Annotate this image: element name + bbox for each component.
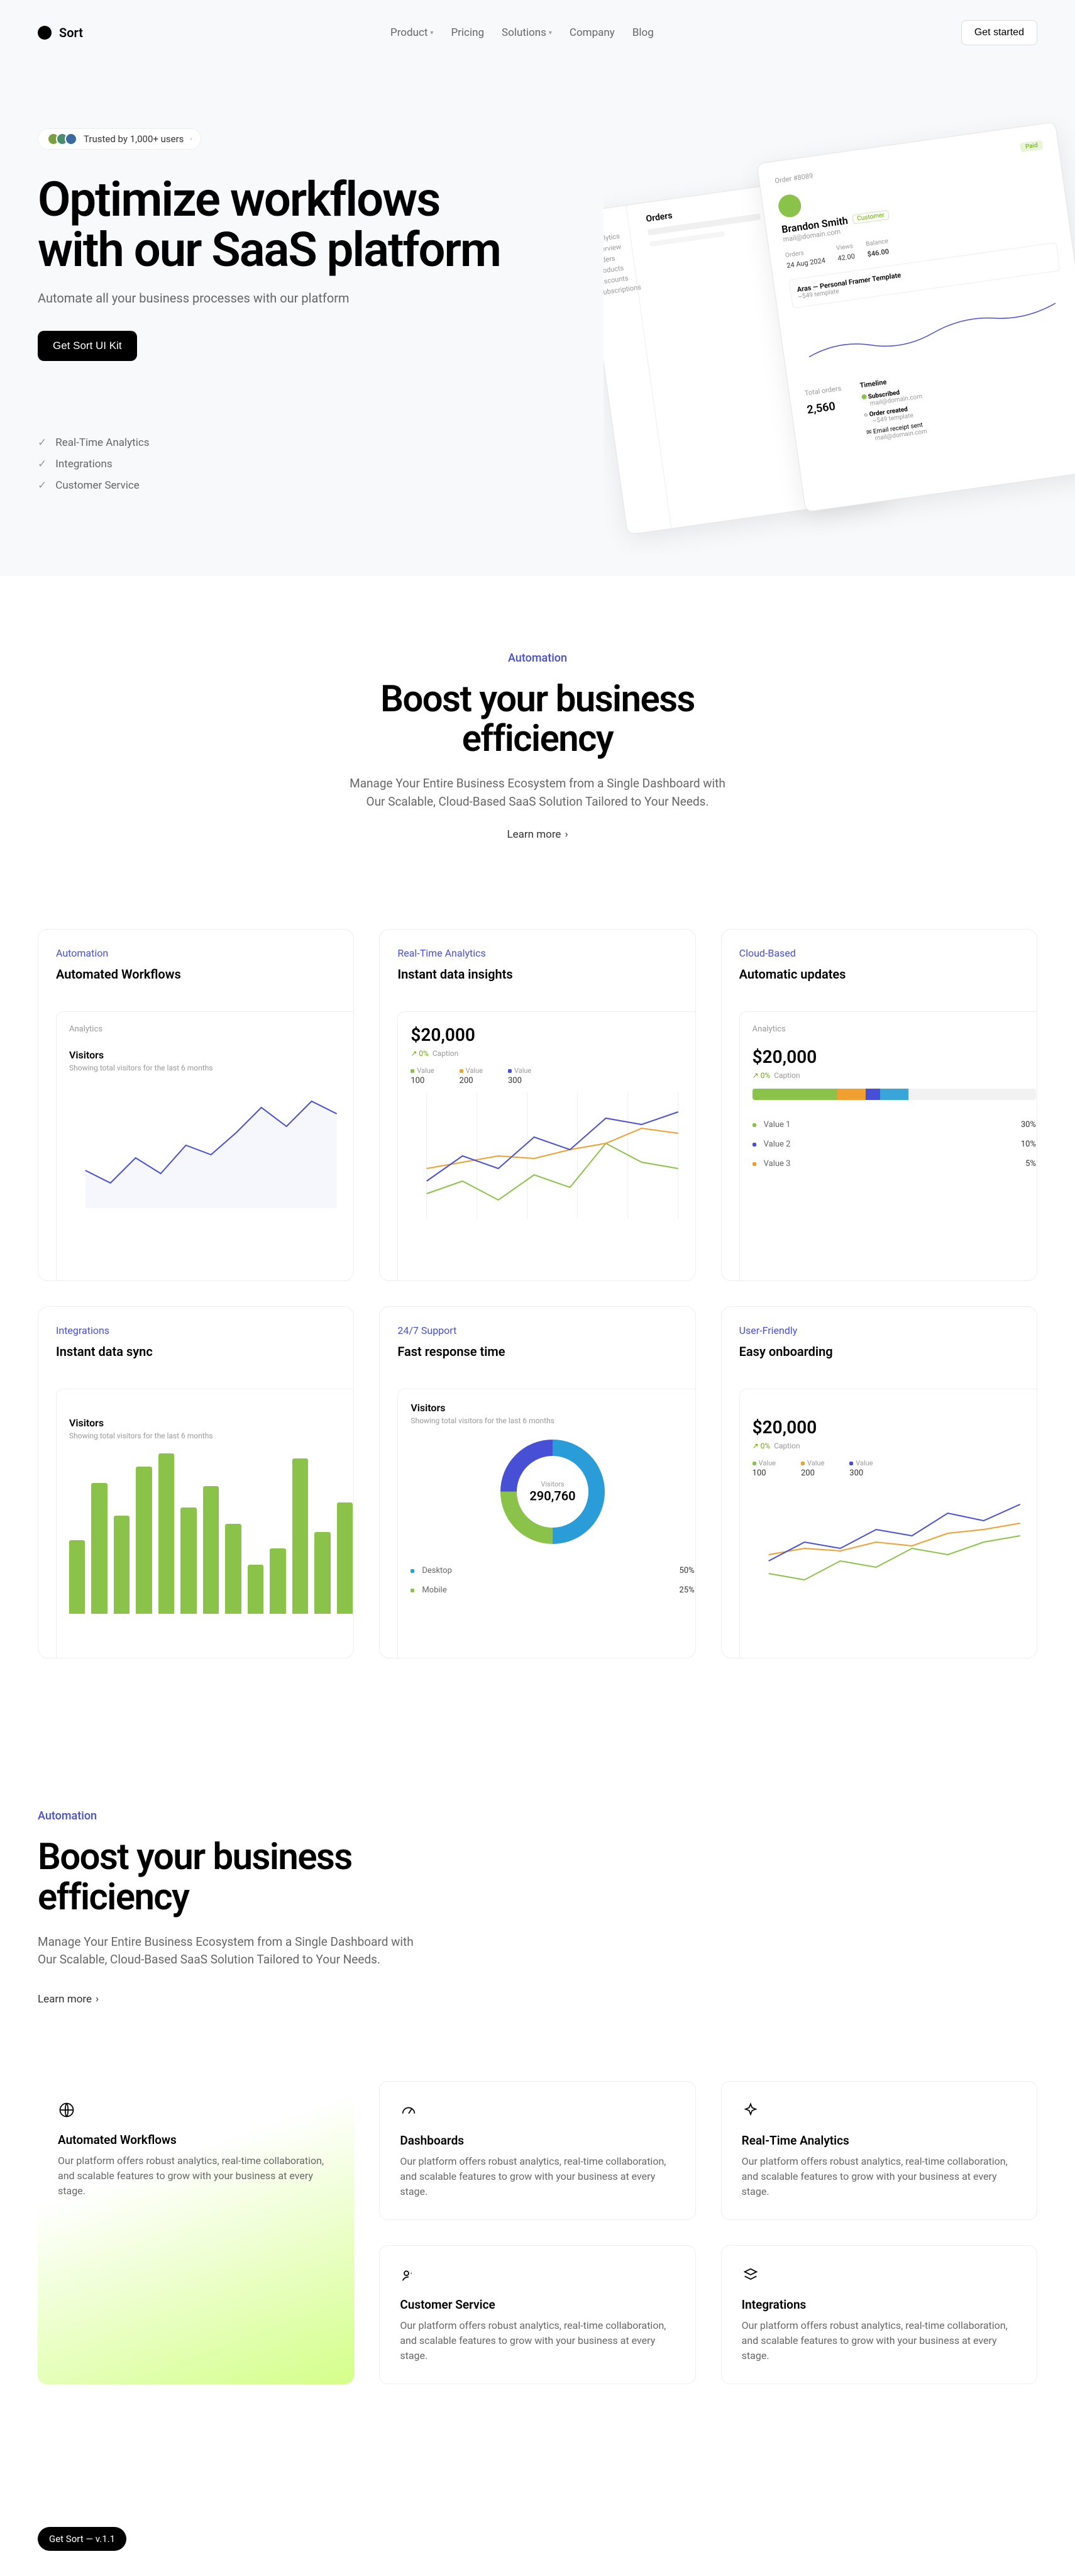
analytics-panel: Analytics Visitors Showing total visitor… [56, 1011, 354, 1281]
main-nav: Product▾ Pricing Solutions▾ Company Blog [390, 26, 654, 39]
feature-card: Automated Workflows Our platform offers … [38, 2081, 354, 2384]
analytics-panel: $20,000 ↗ 0% Caption Value100 Value200 V… [739, 1389, 1037, 1658]
nav-company[interactable]: Company [570, 26, 615, 39]
donut-chart: Visitors 290,760 [496, 1435, 609, 1548]
analytics-panel: Visitors Showing total visitors for the … [56, 1389, 354, 1658]
section-tag: Automation [38, 1809, 1037, 1823]
chevron-down-icon: ▾ [430, 30, 433, 36]
chevron-right-icon: › [96, 1993, 99, 2006]
get-started-button[interactable]: Get started [961, 20, 1037, 45]
sparkle-icon [742, 2102, 759, 2119]
section-tag: Automation [38, 652, 1037, 665]
multi-line-chart [411, 1093, 694, 1219]
analytics-panel: $20,000 ↗ 0% Caption Value100 Value200 V… [397, 1011, 695, 1281]
chevron-down-icon: ▾ [549, 30, 552, 36]
headset-icon [400, 2266, 417, 2284]
feature-card-support: 24/7 Support Fast response time Visitors… [379, 1306, 695, 1658]
logo-text: Sort [59, 25, 83, 40]
stack-icon [742, 2266, 759, 2284]
analytics-panel: Visitors Showing total visitors for the … [397, 1389, 695, 1658]
chevron-right-icon: › [565, 828, 568, 841]
section-automation-2: Automation Boost your business efficienc… [0, 1734, 1075, 2043]
nav-solutions[interactable]: Solutions▾ [502, 26, 552, 39]
section-title: Boost your business efficiency [38, 1838, 415, 1918]
feature-card: Customer Service Our platform offers rob… [379, 2245, 695, 2384]
feature-card-analytics: Real-Time Analytics Instant data insight… [379, 929, 695, 1281]
trust-text: Trusted by 1,000+ users [84, 133, 184, 145]
version-badge[interactable]: Get Sort — v.1.1 [38, 2527, 126, 2551]
feature-card-cloud: Cloud-Based Automatic updates Analytics … [721, 929, 1037, 1281]
column-chart [69, 1450, 353, 1614]
analytics-panel: Analytics $20,000 ↗ 0% Caption Value 130… [739, 1011, 1037, 1281]
check-icon: ✓ [38, 479, 47, 492]
feature-card: Real-Time Analytics Our platform offers … [721, 2081, 1037, 2220]
stat-rows: Value 130% Value 210% Value 35% [752, 1115, 1036, 1174]
mockup-profile: Order #8089 Paid Brandon Smith Customer … [756, 121, 1075, 512]
hero-mockup: Analytics Overview Orders Products Disco… [604, 116, 1075, 556]
avatar [65, 133, 77, 145]
feature-grid: Automation Automated Workflows Analytics… [0, 916, 1075, 1734]
section-subtitle: Manage Your Entire Business Ecosystem fr… [38, 1933, 515, 1969]
text-feature-grid: Automated Workflows Our platform offers … [0, 2043, 1075, 2422]
check-icon: ✓ [38, 436, 47, 449]
check-icon: ✓ [38, 458, 47, 470]
hero-cta-button[interactable]: Get Sort UI Kit [38, 331, 137, 361]
gauge-icon [400, 2102, 417, 2119]
trust-badge[interactable]: Trusted by 1,000+ users › [38, 128, 201, 150]
section-subtitle: Manage Your Entire Business Ecosystem fr… [38, 775, 1037, 811]
logo-icon [38, 26, 52, 40]
line-chart [69, 1082, 353, 1208]
hero: Trusted by 1,000+ users › Optimize workf… [0, 65, 1075, 576]
learn-more-link[interactable]: Learn more› [507, 828, 568, 841]
logo[interactable]: Sort [38, 25, 83, 40]
chevron-right-icon: › [190, 136, 192, 143]
profile-avatar [777, 193, 803, 219]
nav-blog[interactable]: Blog [632, 26, 654, 39]
header: Sort Product▾ Pricing Solutions▾ Company… [0, 0, 1075, 65]
stacked-bar [752, 1089, 1036, 1100]
feature-card-automation: Automation Automated Workflows Analytics… [38, 929, 354, 1281]
nav-pricing[interactable]: Pricing [451, 26, 484, 39]
feature-card: Dashboards Our platform offers robust an… [379, 2081, 695, 2220]
mockup-sidebar: Analytics Overview Orders Products Disco… [604, 206, 671, 535]
nav-product[interactable]: Product▾ [390, 26, 433, 39]
feature-card-onboarding: User-Friendly Easy onboarding $20,000 ↗ … [721, 1306, 1037, 1658]
section-automation: Automation Boost your business efficienc… [0, 576, 1075, 917]
globe-icon [58, 2101, 75, 2119]
feature-card-integrations: Integrations Instant data sync Visitors … [38, 1306, 354, 1658]
section-title: Boost your business efficiency [38, 680, 1037, 760]
multi-line-chart [752, 1485, 1036, 1611]
learn-more-link[interactable]: Learn more› [38, 1993, 99, 2006]
feature-card: Integrations Our platform offers robust … [721, 2245, 1037, 2384]
avatar-stack [47, 133, 77, 145]
